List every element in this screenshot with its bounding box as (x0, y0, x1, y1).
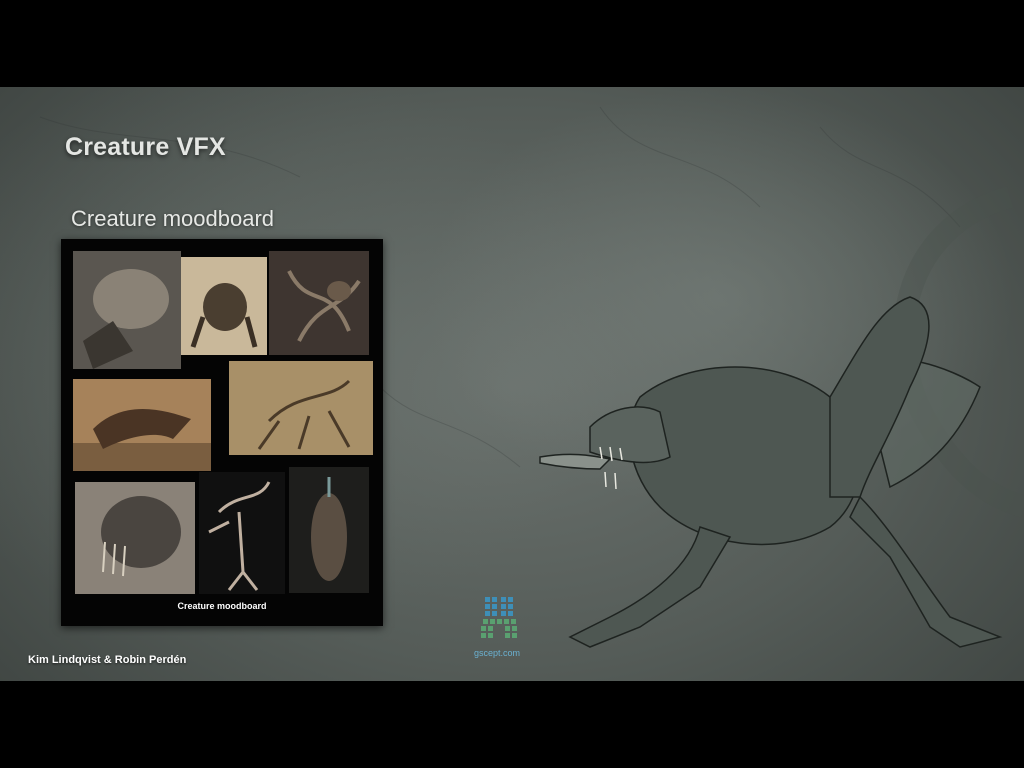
slide-subtitle: Creature moodboard (71, 206, 275, 231)
slide-title: Creature VFX (65, 133, 226, 161)
moodboard-tile-sculpted-creature (289, 467, 369, 593)
moodboard-tile-contorted-figure (199, 472, 285, 594)
moodboard-tile-long-limbed-creature (229, 361, 373, 455)
logo-text: gscept.com (473, 648, 521, 658)
presentation-slide: Creature VFX Creature moodboard Creature… (0, 87, 1024, 681)
letterbox-top (0, 0, 1024, 87)
moodboard-caption: Creature moodboard (177, 601, 267, 611)
moodboard-tile-hunched-creature (181, 257, 267, 355)
letterbox-bottom (0, 681, 1024, 768)
creature-illustration (530, 197, 1024, 681)
moodboard-tile-creature-head (73, 251, 181, 369)
moodboard-tile-fanged-creature-head (75, 482, 195, 594)
footer-authors: Kim Lindqvist & Robin Perdén (28, 654, 187, 666)
moodboard-tile-tentacle-creature (269, 251, 369, 355)
moodboard-collage: Creature moodboard (61, 239, 383, 626)
gscept-logo: gscept.com (468, 595, 526, 675)
moodboard-tile-leaping-creature (73, 379, 211, 471)
castle-logo-icon (481, 597, 517, 638)
